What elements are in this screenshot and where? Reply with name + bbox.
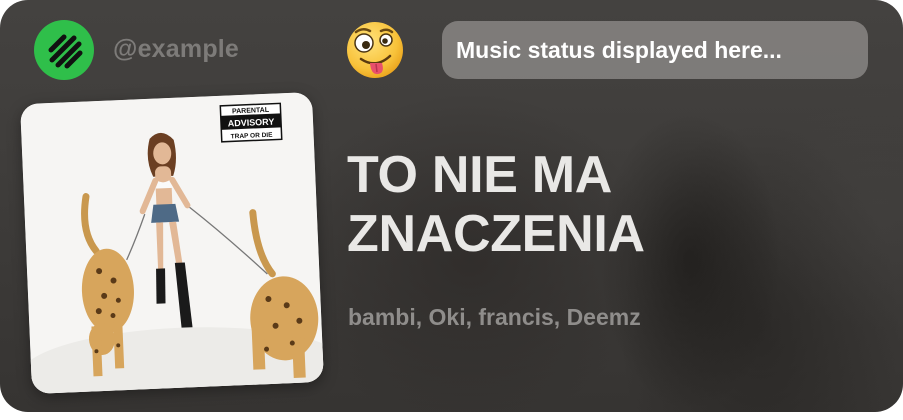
app-logo-icon [34,20,94,80]
music-status-pill: Music status displayed here... [442,21,868,79]
music-status-card: @example Music status displayed here... … [0,0,903,412]
track-title: TO NIE MA ZNACZENIA [347,146,867,264]
zany-face-icon [344,19,406,81]
parental-advisory-label: PARENTAL ADVISORY TRAP OR DIE [219,102,283,143]
svg-text:ADVISORY: ADVISORY [227,117,274,129]
username: @example [113,35,240,63]
track-title-line-2: ZNACZENIA [347,205,645,263]
track-artists: bambi, Oki, francis, Deemz [348,304,641,330]
track-title-line-1: TO NIE MA [347,146,613,204]
album-cover: PARENTAL ADVISORY TRAP OR DIE [20,92,324,394]
music-status-text: Music status displayed here... [456,36,782,63]
